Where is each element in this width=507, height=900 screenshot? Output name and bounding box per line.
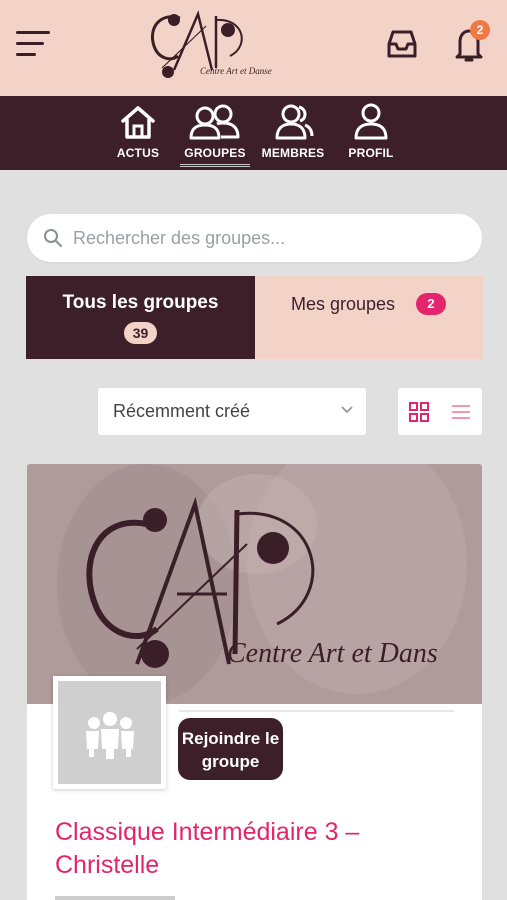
top-bar: Centre Art et Danse 2 [0, 0, 507, 96]
profile-icon [354, 103, 388, 140]
tab-all-groups[interactable]: Tous les groupes 39 [26, 276, 255, 359]
nav-label: ACTUS [116, 146, 160, 160]
view-toggle [398, 388, 482, 435]
notifications-button[interactable]: 2 [450, 20, 490, 64]
group-title[interactable]: Classique Intermédiaire 3 – Christelle [55, 816, 455, 882]
join-group-button[interactable]: Rejoindre le groupe [178, 718, 283, 780]
group-meta [55, 896, 175, 900]
hamburger-menu-button[interactable] [16, 28, 52, 58]
home-icon [121, 106, 155, 139]
group-avatar[interactable] [53, 676, 166, 789]
search-icon [44, 229, 62, 247]
members-icon [275, 104, 314, 140]
notification-badge: 2 [470, 20, 490, 40]
group-cover-image: Centre Art et Danse [27, 464, 482, 704]
group-search [27, 214, 482, 262]
sort-select[interactable]: Récemment créé [98, 388, 366, 435]
main-nav: ACTUS GROUPES MEMBRES PROFIL [0, 96, 507, 170]
list-icon [452, 405, 470, 419]
tab-my-groups[interactable]: Mes groupes 2 [255, 276, 483, 359]
group-tabs: Tous les groupes 39 Mes groupes 2 [26, 276, 483, 359]
chevron-down-icon [341, 406, 353, 414]
nav-item-groupes[interactable]: GROUPES [180, 102, 250, 167]
nav-label: PROFIL [348, 146, 394, 160]
menu-line [16, 31, 50, 34]
site-logo[interactable]: Centre Art et Danse [140, 6, 280, 86]
nav-item-membres[interactable]: MEMBRES [261, 102, 325, 166]
cover-wordmark: Centre Art et Danse [227, 638, 437, 669]
logo-wordmark: Centre Art et Danse [200, 66, 272, 76]
tab-count-badge: 2 [416, 293, 446, 315]
card-divider [179, 710, 454, 712]
nav-item-profil[interactable]: PROFIL [344, 102, 398, 166]
list-view-button[interactable] [450, 401, 472, 423]
nav-label: MEMBRES [261, 146, 325, 160]
search-input[interactable] [73, 224, 463, 252]
menu-line [16, 53, 36, 56]
inbox-button[interactable] [382, 24, 422, 64]
tab-count-badge: 39 [123, 322, 158, 344]
inbox-icon [387, 30, 417, 58]
groups-icon [189, 104, 240, 140]
grid-view-button[interactable] [408, 401, 430, 423]
tab-label: Mes groupes [291, 294, 396, 314]
nav-label: GROUPES [184, 146, 246, 160]
tab-label: Tous les groupes [62, 292, 219, 313]
cover-logo: Centre Art et Danse [86, 496, 437, 669]
group-placeholder-icon [86, 712, 134, 759]
nav-item-actus[interactable]: ACTUS [108, 102, 168, 166]
active-tab-indicator [180, 164, 250, 167]
grid-icon [409, 402, 429, 422]
sort-selected-value: Récemment créé [113, 401, 251, 421]
menu-line [16, 42, 44, 45]
group-card[interactable]: Centre Art et Danse Rejoindre le groupe … [27, 464, 482, 900]
